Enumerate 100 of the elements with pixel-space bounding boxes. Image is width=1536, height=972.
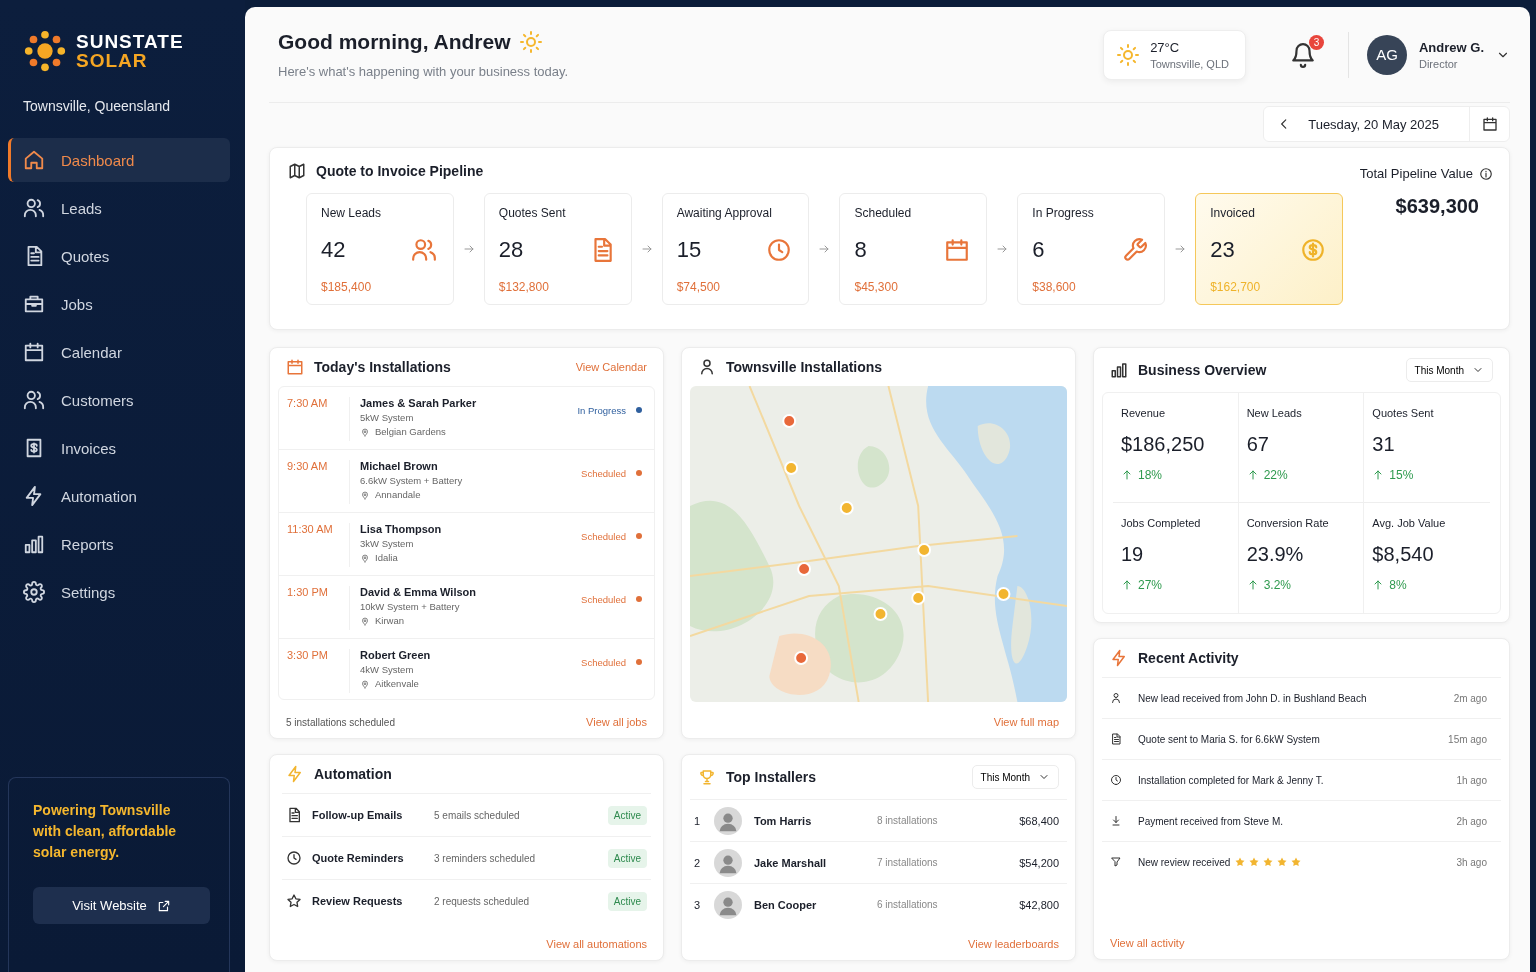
card-title: Quote to Invoice Pipeline <box>316 163 484 179</box>
stage-label: Quotes Sent <box>498 206 567 220</box>
installations-count: 5 installations scheduled <box>286 716 395 728</box>
pipeline-stage[interactable]: Scheduled 8 $45,300 <box>839 193 988 305</box>
card-title: Townsville Installations <box>726 359 883 375</box>
card-title: Top Installers <box>726 769 816 785</box>
pipeline-stage[interactable]: New Leads 42 $185,400 <box>306 193 454 305</box>
stage-value: $74,500 <box>676 280 722 294</box>
system-size: 5kW System <box>360 412 415 423</box>
nav-item[interactable]: Settings <box>8 570 230 614</box>
nav-item[interactable]: Quotes <box>8 234 230 278</box>
metric-change: 22% <box>1263 468 1288 482</box>
metric-label: Quotes Sent <box>1372 407 1435 419</box>
brand-name: SUNSTATE <box>76 32 184 51</box>
nav-item[interactable]: Automation <box>8 474 230 518</box>
metric-change: 15% <box>1389 468 1414 482</box>
nav-item[interactable]: Customers <box>8 378 230 422</box>
stage-count: 28 <box>498 237 524 263</box>
calendar-icon <box>1481 116 1498 132</box>
nav-item[interactable]: Jobs <box>8 282 230 326</box>
stage-value: $162,700 <box>1210 280 1262 294</box>
nav-item[interactable]: Calendar <box>8 330 230 374</box>
bar-chart-icon <box>23 533 45 555</box>
metric-label: Revenue <box>1121 407 1167 419</box>
metric-label: New Leads <box>1246 407 1303 419</box>
customer-name: David & Emma Wilson <box>360 586 478 598</box>
location-label: Townsville, Queensland <box>22 97 172 116</box>
pipeline-stage[interactable]: Invoiced 23 $162,700 <box>1195 193 1343 305</box>
install-time: 9:30 AM <box>287 460 350 504</box>
install-time: 7:30 AM <box>287 397 350 441</box>
metric-label: Avg. Job Value <box>1372 517 1447 529</box>
nav-item[interactable]: Dashboard <box>8 138 230 182</box>
user-role: Director <box>1419 57 1459 70</box>
period-dropdown[interactable]: This Month <box>971 765 1059 789</box>
stage-count: 8 <box>854 237 867 263</box>
rank-number: 1 <box>694 814 702 827</box>
dollar-coin-icon <box>1299 237 1326 263</box>
avatar-placeholder <box>714 806 742 835</box>
nav-item[interactable]: Leads <box>8 186 230 230</box>
funnel-icon <box>1110 856 1122 868</box>
arrow-right-icon <box>640 243 653 255</box>
status-label: Scheduled <box>581 467 626 479</box>
pipeline-stage[interactable]: Quotes Sent 28 $132,800 <box>483 193 632 305</box>
lightning-icon <box>1110 649 1128 667</box>
trophy-icon <box>698 768 716 786</box>
card-title: Automation <box>314 766 392 782</box>
user-avatar[interactable]: AG <box>1367 34 1407 75</box>
install-time: 3:30 PM <box>287 649 350 693</box>
installer-name: Jake Marshall <box>754 856 828 869</box>
arrow-right-icon <box>462 243 475 255</box>
automation-detail: 3 reminders scheduled <box>434 852 537 864</box>
install-time: 11:30 AM <box>287 523 350 567</box>
calendar-icon <box>286 358 304 376</box>
metric-value: 23.9% <box>1246 543 1305 566</box>
arrow-down-icon <box>1110 815 1122 827</box>
installer-revenue: $54,200 <box>1018 856 1059 869</box>
document-icon <box>286 807 302 823</box>
external-link-icon <box>156 898 171 913</box>
automation-name: Follow-up Emails <box>312 809 404 821</box>
period-dropdown[interactable]: This Month <box>1405 358 1493 382</box>
metric-change: 18% <box>1138 468 1163 482</box>
sun-logo-icon <box>22 28 68 74</box>
user-name: Andrew G. <box>1419 39 1484 55</box>
status-label: Scheduled <box>581 656 626 668</box>
automation-name: Review Requests <box>312 895 404 907</box>
subtitle: Here's what's happening with your business today. <box>278 64 569 79</box>
pipeline-stage[interactable]: Awaiting Approval 15 $74,500 <box>661 193 810 305</box>
info-icon[interactable] <box>1479 166 1493 181</box>
stage-value: $38,600 <box>1032 280 1077 294</box>
suburb: Aitkenvale <box>375 678 419 689</box>
status-label: In Progress <box>577 404 626 416</box>
metric-value: 31 <box>1372 433 1396 456</box>
nav-item[interactable]: Reports <box>8 522 230 566</box>
location-pin-icon <box>360 615 370 626</box>
total-label: Total Pipeline Value <box>1359 166 1473 181</box>
status-label: Scheduled <box>581 593 626 605</box>
people-icon <box>410 237 437 263</box>
automation-detail: 5 emails scheduled <box>434 809 521 821</box>
metric-change: 27% <box>1138 578 1163 592</box>
star-icon <box>1248 856 1261 868</box>
clock-icon <box>766 237 793 263</box>
notification-bell-icon[interactable] <box>1290 41 1316 68</box>
metric-change: 3.2% <box>1263 578 1291 592</box>
activity-text: Payment received from Steve M. <box>1138 815 1284 827</box>
stage-value: $45,300 <box>854 280 899 294</box>
star-icon <box>1234 856 1247 868</box>
sun-icon <box>1116 42 1141 67</box>
arrow-up-icon <box>1121 469 1133 481</box>
people-icon <box>23 389 45 411</box>
bar-chart-icon <box>1110 361 1128 379</box>
nav-item[interactable]: Invoices <box>8 426 230 470</box>
visit-website-button[interactable]: Visit Website <box>33 887 210 924</box>
customer-name: Robert Green <box>360 649 432 661</box>
activity-time: 15m ago <box>1448 733 1487 745</box>
install-time: 1:30 PM <box>287 586 350 630</box>
pipeline-stage[interactable]: In Progress 6 $38,600 <box>1017 193 1166 305</box>
metric-label: Jobs Completed <box>1121 517 1202 529</box>
system-size: 4kW System <box>360 664 415 675</box>
lightning-icon <box>286 765 304 783</box>
activity-text: New lead received from John D. in Bushland Beach <box>1138 692 1367 704</box>
